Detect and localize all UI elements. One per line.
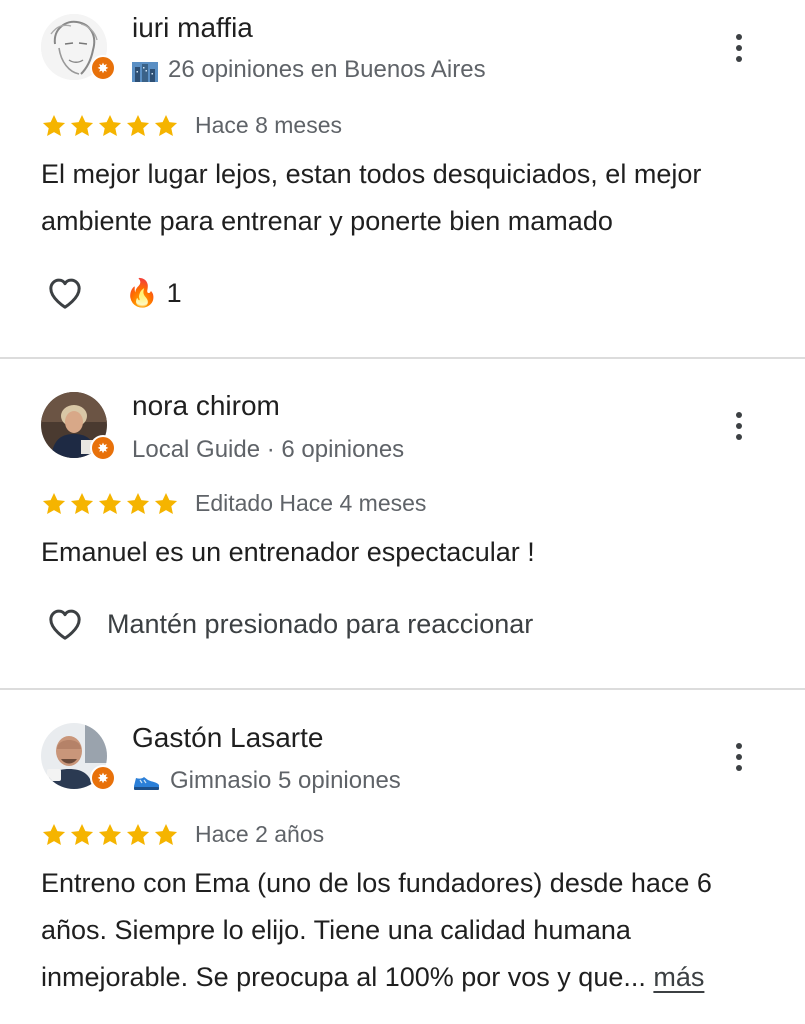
rating-row: Hace 8 meses [41,112,342,139]
star-rating [41,822,179,848]
reaction-count: 1 [166,277,182,308]
star-icon [125,822,151,848]
city-icon [132,58,158,82]
sneaker-icon [132,770,160,792]
star-rating [41,113,179,139]
local-guide-badge-icon: ✸ [90,765,116,791]
star-icon [41,822,67,848]
review-date: Hace 8 meses [195,112,343,138]
review-card: ✸ nora chirom Local Guide · 6 opiniones … [0,359,805,689]
local-guide-badge-icon: ✸ [90,435,116,461]
star-icon [97,491,123,517]
reviewer-meta: Local Guide · 6 opiniones [132,436,404,464]
star-icon [125,491,151,517]
review-text: El mejor lugar lejos, estan todos desqui… [41,159,702,236]
more-link[interactable]: más [653,962,704,992]
more-options-icon[interactable] [722,28,756,68]
reviewer-meta: Gimnasio 5 opiniones [132,767,401,795]
rating-row: Editado Hace 4 meses [41,490,426,517]
review-date: Hace 2 años [195,821,325,847]
star-icon [153,822,179,848]
star-icon [153,113,179,139]
reviewer-name[interactable]: Gastón Lasarte [132,722,323,754]
star-icon [97,822,123,848]
reaction-bar: Mantén presionado para reaccionar [43,604,533,644]
review-text: Emanuel es un entrenador espectacular ! [41,537,535,567]
heart-icon[interactable] [43,604,87,644]
reviewer-meta-text: Gimnasio 5 opiniones [170,767,401,794]
reaction-hint: Mantén presionado para reaccionar [107,608,534,639]
review-date: Editado Hace 4 meses [195,490,427,516]
star-icon [69,113,95,139]
reviewer-meta: 26 opiniones en Buenos Aires [132,56,486,84]
reviewer-meta-text: Local Guide · 6 opiniones [132,436,405,463]
star-icon [69,822,95,848]
rating-row: Hace 2 años [41,821,324,848]
more-options-icon[interactable] [722,737,756,777]
review-card: ✸ Gastón Lasarte Gimnasio 5 opiniones Ha… [0,690,805,1024]
more-options-icon[interactable] [722,406,756,446]
star-icon [41,491,67,517]
fire-icon: 🔥 [125,278,159,308]
star-icon [153,491,179,517]
star-icon [125,113,151,139]
reviewer-meta-text: 26 opiniones en Buenos Aires [168,56,486,83]
star-icon [69,491,95,517]
reviewer-name[interactable]: iuri maffia [132,12,253,44]
reaction-bar: 🔥 1 [43,273,182,313]
reaction-chip[interactable]: 🔥 1 [125,277,182,309]
heart-icon[interactable] [43,273,87,313]
local-guide-badge-icon: ✸ [90,55,116,81]
star-icon [97,113,123,139]
review-text-content: Entreno con Ema (uno de los fundadores) … [41,868,712,992]
reviewer-name[interactable]: nora chirom [132,390,280,422]
star-rating [41,491,179,517]
review-card: ✸ iuri maffia 26 opiniones en Buenos Air… [0,0,805,358]
review-text: Entreno con Ema (uno de los fundadores) … [41,860,771,1001]
star-icon [41,113,67,139]
